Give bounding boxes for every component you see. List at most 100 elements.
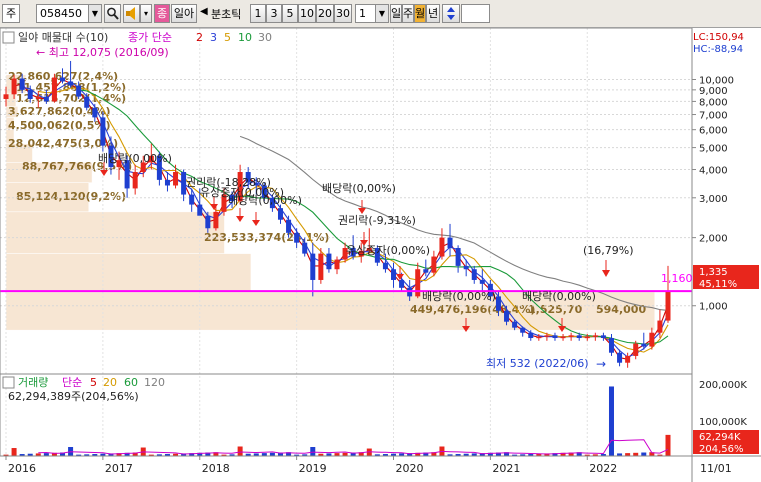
interval-20-button[interactable]: 20 (316, 4, 334, 23)
badge-pct: 45,11% (699, 279, 737, 290)
candle-body (277, 208, 283, 220)
interval-1-label: 1 (254, 7, 262, 20)
candle-body (625, 355, 631, 363)
candle-body (504, 310, 510, 322)
volume-title: 거래량 (18, 376, 48, 389)
candle-body (294, 232, 300, 243)
interval-10-button[interactable]: 10 (298, 4, 316, 23)
pack-button[interactable]: 일아 (171, 4, 197, 23)
interval-20-label: 20 (318, 7, 332, 20)
ma-10-label: 10 (238, 31, 252, 44)
candle-body (92, 107, 98, 118)
y-tick-label: 2,000 (699, 234, 728, 245)
pack-label: 일아 (173, 7, 195, 20)
interval-30-button[interactable]: 30 (334, 4, 352, 23)
event-label: 권리락(-9,31%) (338, 214, 416, 227)
candle-body (431, 256, 437, 273)
candle-body (617, 352, 623, 363)
candle-body (100, 117, 106, 146)
period-month-button[interactable]: 월 (414, 4, 426, 23)
candle-body (35, 96, 41, 99)
candle-body (552, 335, 558, 339)
candle-body (568, 335, 574, 337)
sound-button[interactable] (123, 4, 140, 23)
interval-unit-label[interactable]: 분초틱 (211, 6, 241, 22)
stock-code-input[interactable]: 058450 ▼ (36, 4, 102, 23)
panel-toggle-icon[interactable] (2, 31, 15, 44)
interval-5-label: 5 (286, 7, 294, 20)
candle-body (205, 215, 211, 229)
vol-ma-120-label: 120 (144, 376, 165, 389)
y-tick-label: 1,000 (699, 302, 728, 313)
price-type-button[interactable]: 종 (154, 4, 170, 23)
updown-button[interactable] (442, 4, 460, 23)
interval-5-button[interactable]: 5 (282, 4, 298, 23)
low-arrow-icon: → (596, 357, 606, 371)
y-tick-label: 3,000 (699, 194, 728, 205)
candle-body (84, 96, 90, 108)
candle-body (286, 219, 292, 233)
vol-ma-60-label: 60 (124, 376, 138, 389)
toolbar: 주 058450 ▼ ▾ 종 일아 ◀ 분초틱 1 3 5 10 20 30 1… (0, 0, 761, 28)
prev-arrow-icon[interactable]: ◀ (200, 6, 208, 17)
volume-badge-pct: 204,56% (699, 444, 744, 455)
high-annotation: ← 최고 12,075 (2016/09) (36, 46, 169, 59)
y-tick-label: 5,000 (699, 144, 728, 155)
candle-body (76, 85, 82, 97)
event-arrow-icon (236, 216, 244, 222)
candle-body (512, 321, 518, 328)
vol-tick-200k: 200,000K (699, 380, 747, 391)
period-week-button[interactable]: 주 (402, 4, 414, 23)
period-week-label: 주 (403, 7, 414, 20)
vol-tick-100k: 100,000K (699, 417, 747, 428)
ma-5-label: 5 (224, 31, 231, 44)
candle-body (302, 242, 308, 254)
interval-1-button[interactable]: 1 (250, 4, 266, 23)
volume-bar (310, 447, 316, 456)
vol-ma-20-label: 20 (103, 376, 117, 389)
search-button[interactable] (104, 4, 121, 23)
market-type-select[interactable]: 주 (2, 4, 20, 23)
interval-3-button[interactable]: 3 (266, 4, 282, 23)
ma-line-30 (239, 135, 669, 311)
volume-toggle-icon[interactable] (2, 376, 15, 389)
volume-bar (641, 452, 647, 456)
candle-body (132, 172, 138, 189)
candle-body (68, 81, 74, 86)
updown-arrows-icon (447, 7, 455, 20)
x-tick-label: 2017 (105, 462, 133, 475)
date-input[interactable] (461, 4, 490, 23)
event-label: 유상증자(0,00%) (346, 244, 430, 257)
period-year-button[interactable]: 년 (426, 4, 440, 23)
candle-body (197, 204, 203, 216)
ma-2-label: 2 (196, 31, 203, 44)
candle-body (600, 335, 606, 339)
candle-body (382, 262, 388, 270)
candle-body (19, 78, 25, 90)
hc-readout: HC:-88,94 (693, 44, 743, 55)
candle-body (576, 335, 582, 339)
chevron-down-icon[interactable]: ▼ (375, 5, 388, 22)
badge-price: 1,335 (699, 267, 728, 278)
candle-body (528, 332, 534, 339)
volume-ma-line (38, 439, 669, 455)
event-label: 배당락(0,00%) (422, 290, 496, 303)
period-day-label: 일 (391, 7, 402, 20)
candle-body (27, 89, 33, 99)
stock-chart[interactable]: 22,860,627(2,4%)11,457,868(1,2%)12,615,7… (0, 28, 761, 482)
profile-label: 223,533,374(24,1%) (204, 231, 329, 244)
sound-dropdown[interactable]: ▾ (140, 4, 152, 23)
candle-body (164, 179, 170, 186)
chevron-down-icon[interactable]: ▼ (88, 5, 101, 22)
candle-body (544, 335, 550, 337)
ma-3-label: 3 (210, 31, 217, 44)
count-input[interactable]: 1 ▼ (355, 4, 389, 23)
candle-body (399, 279, 405, 288)
candle-body (463, 265, 469, 270)
count-value: 1 (359, 7, 366, 20)
candle-body (11, 78, 17, 95)
interval-10-label: 10 (300, 7, 314, 20)
y-tick-label: 10,000 (699, 75, 734, 86)
period-day-button[interactable]: 일 (390, 4, 402, 23)
lc-readout: LC:150,94 (693, 32, 744, 43)
